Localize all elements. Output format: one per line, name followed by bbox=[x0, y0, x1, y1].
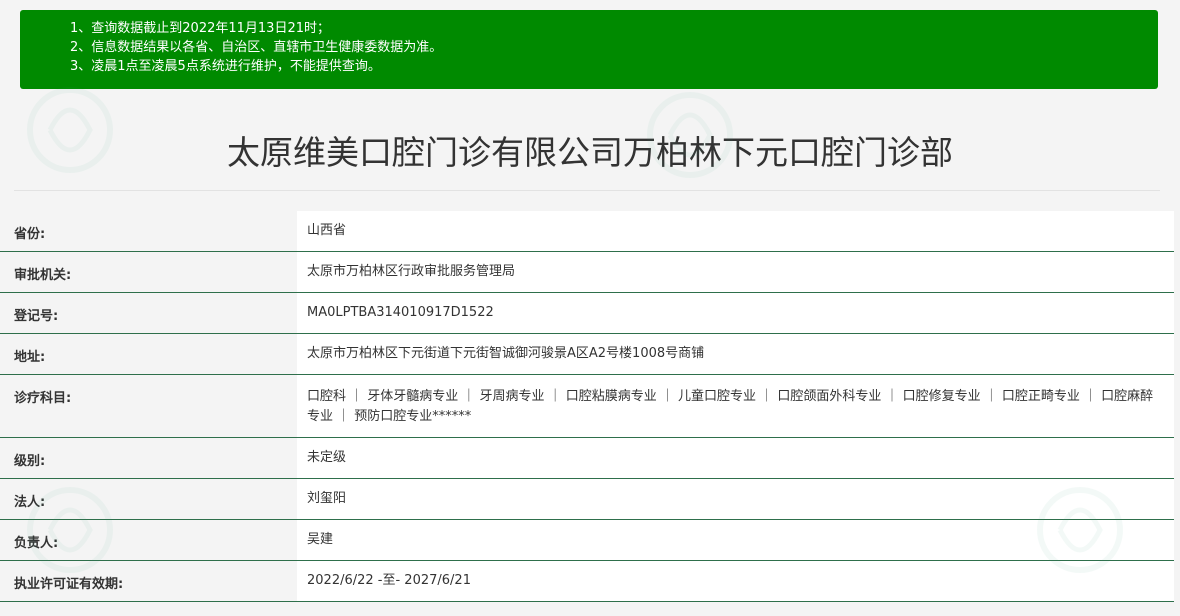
row-address: 地址: 太原市万柏林区下元街道下元街智诚御河骏景A区A2号楼1008号商铺 bbox=[0, 334, 1174, 375]
license-validity-value: 2022/6/22 -至- 2027/6/21 bbox=[297, 561, 1174, 601]
row-approval-authority: 审批机关: 太原市万柏林区行政审批服务管理局 bbox=[0, 252, 1174, 293]
legal-person-value: 刘玺阳 bbox=[297, 479, 1174, 519]
notice-line-1: 1、查询数据截止到2022年11月13日21时； bbox=[70, 21, 330, 36]
notice-banner: 1、查询数据截止到2022年11月13日21时； 2、信息数据结果以各省、自治区… bbox=[20, 10, 1158, 89]
row-province: 省份: 山西省 bbox=[0, 211, 1174, 252]
info-table: 省份: 山西省 审批机关: 太原市万柏林区行政审批服务管理局 登记号: MA0L… bbox=[0, 211, 1174, 602]
level-value: 未定级 bbox=[297, 438, 1174, 478]
registration-number-value: MA0LPTBA314010917D1522 bbox=[297, 293, 1174, 333]
license-validity-label: 执业许可证有效期: bbox=[0, 561, 297, 601]
departments-label: 诊疗科目: bbox=[0, 375, 297, 437]
notice-line-2: 2、信息数据结果以各省、自治区、直辖市卫生健康委数据为准。 bbox=[70, 40, 443, 55]
person-in-charge-value: 吴建 bbox=[297, 520, 1174, 560]
province-label: 省份: bbox=[0, 211, 297, 251]
page-title: 太原维美口腔门诊有限公司万柏林下元口腔门诊部 bbox=[227, 133, 953, 172]
approval-authority-value: 太原市万柏林区行政审批服务管理局 bbox=[297, 252, 1174, 292]
approval-authority-label: 审批机关: bbox=[0, 252, 297, 292]
address-value: 太原市万柏林区下元街道下元街智诚御河骏景A区A2号楼1008号商铺 bbox=[297, 334, 1174, 374]
registration-number-label: 登记号: bbox=[0, 293, 297, 333]
row-departments: 诊疗科目: 口腔科 ｜ 牙体牙髓病专业 ｜ 牙周病专业 ｜ 口腔粘膜病专业 ｜ … bbox=[0, 375, 1174, 438]
row-level: 级别: 未定级 bbox=[0, 438, 1174, 479]
row-license-validity: 执业许可证有效期: 2022/6/22 -至- 2027/6/21 bbox=[0, 561, 1174, 602]
departments-value: 口腔科 ｜ 牙体牙髓病专业 ｜ 牙周病专业 ｜ 口腔粘膜病专业 ｜ 儿童口腔专业… bbox=[297, 375, 1174, 437]
row-registration-number: 登记号: MA0LPTBA314010917D1522 bbox=[0, 293, 1174, 334]
row-legal-person: 法人: 刘玺阳 bbox=[0, 479, 1174, 520]
title-divider bbox=[14, 190, 1160, 191]
address-label: 地址: bbox=[0, 334, 297, 374]
row-person-in-charge: 负责人: 吴建 bbox=[0, 520, 1174, 561]
province-value: 山西省 bbox=[297, 211, 1174, 251]
person-in-charge-label: 负责人: bbox=[0, 520, 297, 560]
level-label: 级别: bbox=[0, 438, 297, 478]
notice-line-3: 3、凌晨1点至凌晨5点系统进行维护，不能提供查询。 bbox=[70, 59, 381, 74]
legal-person-label: 法人: bbox=[0, 479, 297, 519]
